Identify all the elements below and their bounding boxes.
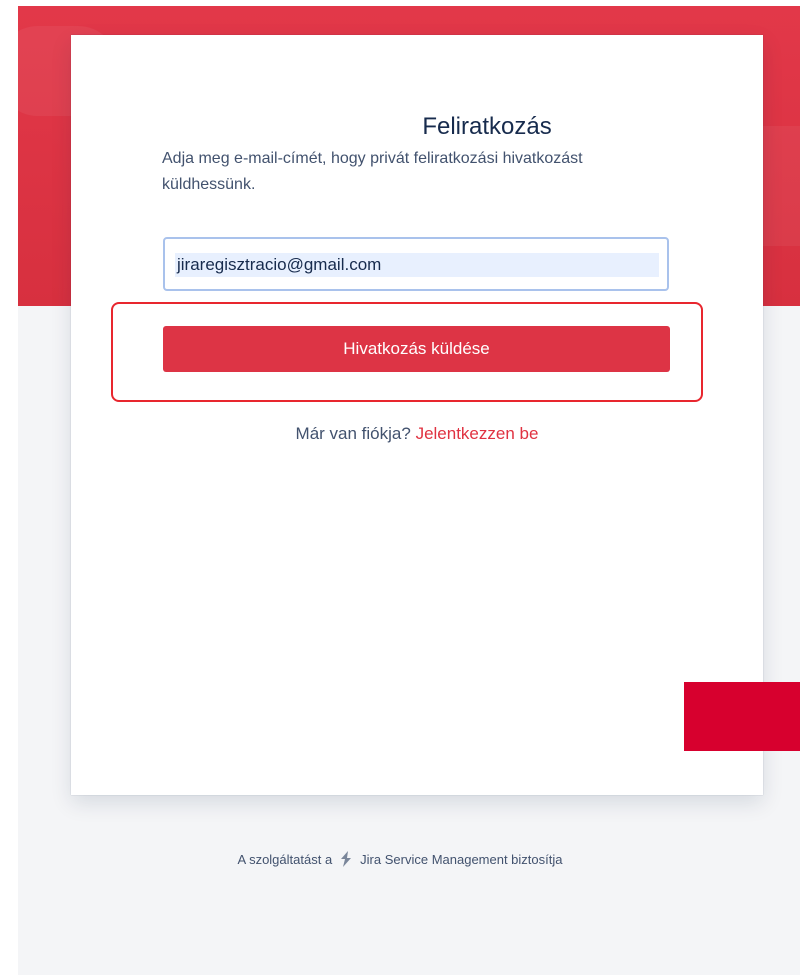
email-value: jiraregisztracio@gmail.com [177, 255, 382, 274]
jira-service-management-icon [337, 850, 355, 868]
corner-red-block [684, 682, 800, 751]
signup-description: Adja meg e-mail-címét, hogy privát felir… [162, 150, 583, 193]
left-white-strip [0, 0, 18, 975]
login-link[interactable]: Jelentkezzen be [416, 424, 539, 443]
footer-product: Jira Service Management biztosítja [360, 851, 563, 867]
footer-prefix: A szolgáltatást a [237, 851, 333, 867]
page-title: Feliratkozás [422, 113, 552, 140]
footer: A szolgáltatást a Jira Service Managemen… [0, 850, 800, 868]
page: Feliratkozás Adja meg e-mail-címét, hogy… [0, 0, 800, 975]
email-field[interactable]: jiraregisztracio@gmail.com [163, 237, 669, 291]
login-prompt-text: Már van fiókja? [295, 424, 411, 443]
signup-card: Feliratkozás Adja meg e-mail-címét, hogy… [71, 35, 763, 795]
login-prompt: Már van fiókja? Jelentkezzen be [71, 424, 763, 444]
send-link-button[interactable]: Hivatkozás küldése [163, 326, 670, 372]
